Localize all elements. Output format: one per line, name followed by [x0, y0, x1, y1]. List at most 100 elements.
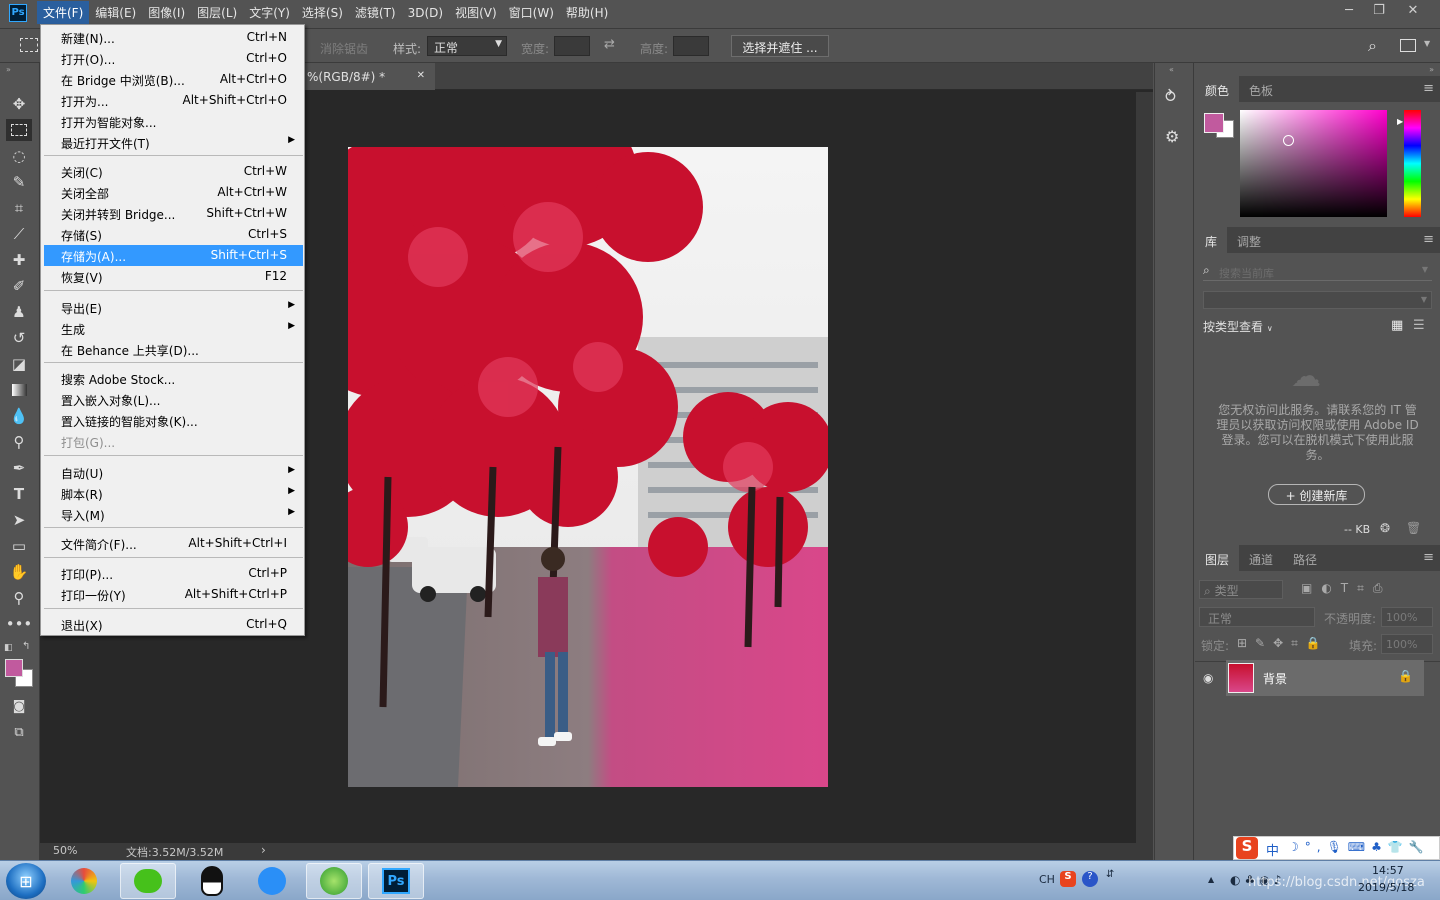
taskbar-qq-icon[interactable] — [184, 863, 240, 899]
taskbar-360-icon[interactable] — [306, 863, 362, 899]
show-hidden-icons[interactable]: ▲ — [1208, 875, 1214, 884]
style-select[interactable]: 正常 ▼ — [427, 36, 507, 56]
menu-item-new[interactable]: 新建(N)... Ctrl+N — [44, 27, 303, 48]
menu-item-scripts[interactable]: 脚本(R) ▶ — [44, 483, 303, 504]
brush-tool-icon[interactable]: ✐ — [6, 275, 32, 297]
color-field[interactable] — [1240, 110, 1387, 217]
collapse-icon[interactable]: » — [6, 65, 11, 74]
taskbar-dingtalk-icon[interactable] — [244, 863, 300, 899]
restore-icon[interactable]: ❐ — [1364, 0, 1394, 20]
move-tool-icon[interactable]: ✥ — [6, 93, 32, 115]
path-select-tool-icon[interactable]: ➤ — [6, 509, 32, 531]
ime-mode[interactable]: 中 — [1266, 840, 1279, 859]
menu-filter[interactable]: 滤镜(T) — [349, 1, 402, 24]
document-tab[interactable]: %(RGB/8#) * ✕ — [303, 63, 435, 90]
tab-channels[interactable]: 通道 — [1239, 545, 1283, 571]
menu-item-browse-bridge[interactable]: 在 Bridge 中浏览(B)... Alt+Ctrl+O — [44, 69, 303, 90]
creative-cloud-icon[interactable]: ❂ — [1380, 521, 1390, 535]
foreground-color-swatch[interactable] — [5, 659, 23, 677]
eyedropper-tool-icon[interactable]: ⟋ — [6, 223, 32, 245]
vertical-scrollbar[interactable] — [1136, 92, 1153, 843]
panel-menu-icon[interactable]: ≡ — [1423, 232, 1434, 247]
menu-help[interactable]: 帮助(H) — [560, 1, 614, 24]
menu-item-open-as[interactable]: 打开为... Alt+Shift+Ctrl+O — [44, 90, 303, 111]
zoom-level[interactable]: 50% — [53, 844, 77, 857]
menu-item-share-behance[interactable]: 在 Behance 上共享(D)... — [44, 339, 303, 360]
height-input[interactable] — [673, 36, 709, 56]
quick-select-tool-icon[interactable]: ✎ — [6, 171, 32, 193]
select-and-mask-button[interactable]: 选择并遮住 ... — [731, 35, 829, 57]
healing-brush-tool-icon[interactable]: ✚ — [6, 249, 32, 271]
library-search[interactable]: ⌕ 搜索当前库 ▼ — [1203, 263, 1432, 281]
menu-item-print[interactable]: 打印(P)... Ctrl+P — [44, 563, 303, 584]
quick-mask-icon[interactable]: ◙ — [6, 695, 32, 717]
stamp-tool-icon[interactable]: ♟ — [6, 301, 32, 323]
layer-row-background[interactable]: 背景 🔒 — [1226, 660, 1424, 696]
menu-file[interactable]: 文件(F) — [37, 1, 90, 24]
clock-date[interactable]: 2019/5/18 — [1358, 881, 1414, 894]
menu-item-close-all[interactable]: 关闭全部 Alt+Ctrl+W — [44, 182, 303, 203]
panel-menu-icon[interactable]: ≡ — [1423, 81, 1434, 96]
pen-tool-icon[interactable]: ✒ — [6, 457, 32, 479]
taskbar-photoshop-icon[interactable]: Ps — [368, 863, 424, 899]
menu-item-open[interactable]: 打开(O)... Ctrl+O — [44, 48, 303, 69]
clock-time[interactable]: 14:57 — [1372, 864, 1404, 877]
hue-slider-marker-icon[interactable]: ▶ — [1397, 117, 1403, 126]
collapse-icon[interactable]: « — [1169, 65, 1174, 74]
library-select[interactable]: ▼ — [1203, 291, 1432, 309]
zoom-tool-icon[interactable]: ⚲ — [6, 587, 32, 609]
tab-adjustments[interactable]: 调整 — [1227, 227, 1271, 253]
create-library-button[interactable]: + 创建新库 — [1268, 484, 1365, 505]
menu-item-print-one[interactable]: 打印一份(Y) Alt+Shift+Ctrl+P — [44, 584, 303, 605]
menu-item-import[interactable]: 导入(M) ▶ — [44, 504, 303, 525]
menu-item-revert[interactable]: 恢复(V) F12 — [44, 266, 303, 287]
layer-kind-filter[interactable]: ⌕ 类型 — [1199, 580, 1283, 599]
menu-item-recent[interactable]: 最近打开文件(T) ▶ — [44, 132, 303, 153]
menu-item-export[interactable]: 导出(E) ▶ — [44, 297, 303, 318]
type-tool-icon[interactable]: T — [6, 483, 32, 505]
blur-tool-icon[interactable]: 💧 — [6, 405, 32, 427]
menu-select[interactable]: 选择(S) — [296, 1, 349, 24]
layer-name[interactable]: 背景 — [1263, 670, 1287, 687]
tab-layers[interactable]: 图层 — [1195, 545, 1240, 571]
start-button-icon[interactable]: ⊞ — [6, 863, 46, 899]
taskbar-browser-icon[interactable] — [56, 863, 112, 899]
tab-paths[interactable]: 路径 — [1283, 545, 1327, 571]
menu-3d[interactable]: 3D(D) — [402, 3, 449, 23]
menu-item-exit[interactable]: 退出(X) Ctrl+Q — [44, 614, 303, 635]
view-by-type-dropdown[interactable]: 按类型查看 ∨ — [1203, 318, 1273, 335]
close-tab-icon[interactable]: ✕ — [417, 70, 425, 81]
menu-item-close[interactable]: 关闭(C) Ctrl+W — [44, 161, 303, 182]
panel-foreground-swatch[interactable] — [1204, 113, 1224, 133]
list-view-icon[interactable]: ☰ — [1413, 318, 1425, 333]
help-tray-icon[interactable]: ? — [1082, 871, 1098, 887]
menu-item-save-as[interactable]: 存储为(A)... Shift+Ctrl+S — [44, 245, 303, 266]
history-panel-icon[interactable]: ⥁ — [1165, 87, 1176, 106]
chevron-down-icon[interactable]: ▼ — [1424, 39, 1430, 48]
antialias-label[interactable]: 消除锯齿 — [320, 40, 368, 57]
tab-swatches[interactable]: 色板 — [1239, 76, 1283, 102]
layer-filter-icons[interactable]: ▣◐T⌗⎙ — [1301, 581, 1392, 596]
chevron-right-icon[interactable]: › — [261, 843, 266, 857]
lock-options-icons[interactable]: ⊞✎✥⌗🔒 — [1237, 636, 1329, 651]
lasso-tool-icon[interactable]: ◌ — [6, 145, 32, 167]
menu-item-generate[interactable]: 生成 ▶ — [44, 318, 303, 339]
language-indicator[interactable]: CH — [1039, 873, 1055, 886]
panel-menu-icon[interactable]: ≡ — [1423, 550, 1434, 565]
swap-icon[interactable]: ⇄ — [604, 37, 615, 52]
crop-tool-icon[interactable]: ⌗ — [6, 197, 32, 219]
default-colors-icon[interactable]: ◧ — [4, 643, 13, 653]
menu-item-open-smart-object[interactable]: 打开为智能对象... — [44, 111, 303, 132]
fill-input[interactable]: 100% — [1381, 634, 1433, 654]
blend-mode-select[interactable]: 正常 — [1199, 607, 1315, 627]
dodge-tool-icon[interactable]: ⚲ — [6, 431, 32, 453]
taskbar-wechat-icon[interactable] — [120, 863, 176, 899]
tab-color[interactable]: 颜色 — [1195, 76, 1240, 102]
menu-item-search-stock[interactable]: 搜索 Adobe Stock... — [44, 368, 303, 389]
grid-view-icon[interactable]: ▦ — [1391, 318, 1403, 333]
menu-view[interactable]: 视图(V) — [449, 1, 503, 24]
more-tools-icon[interactable]: ••• — [6, 613, 33, 635]
menu-item-file-info[interactable]: 文件简介(F)... Alt+Shift+Ctrl+I — [44, 533, 303, 554]
menu-item-automate[interactable]: 自动(U) ▶ — [44, 462, 303, 483]
collapse-icon[interactable]: » — [1429, 65, 1434, 74]
